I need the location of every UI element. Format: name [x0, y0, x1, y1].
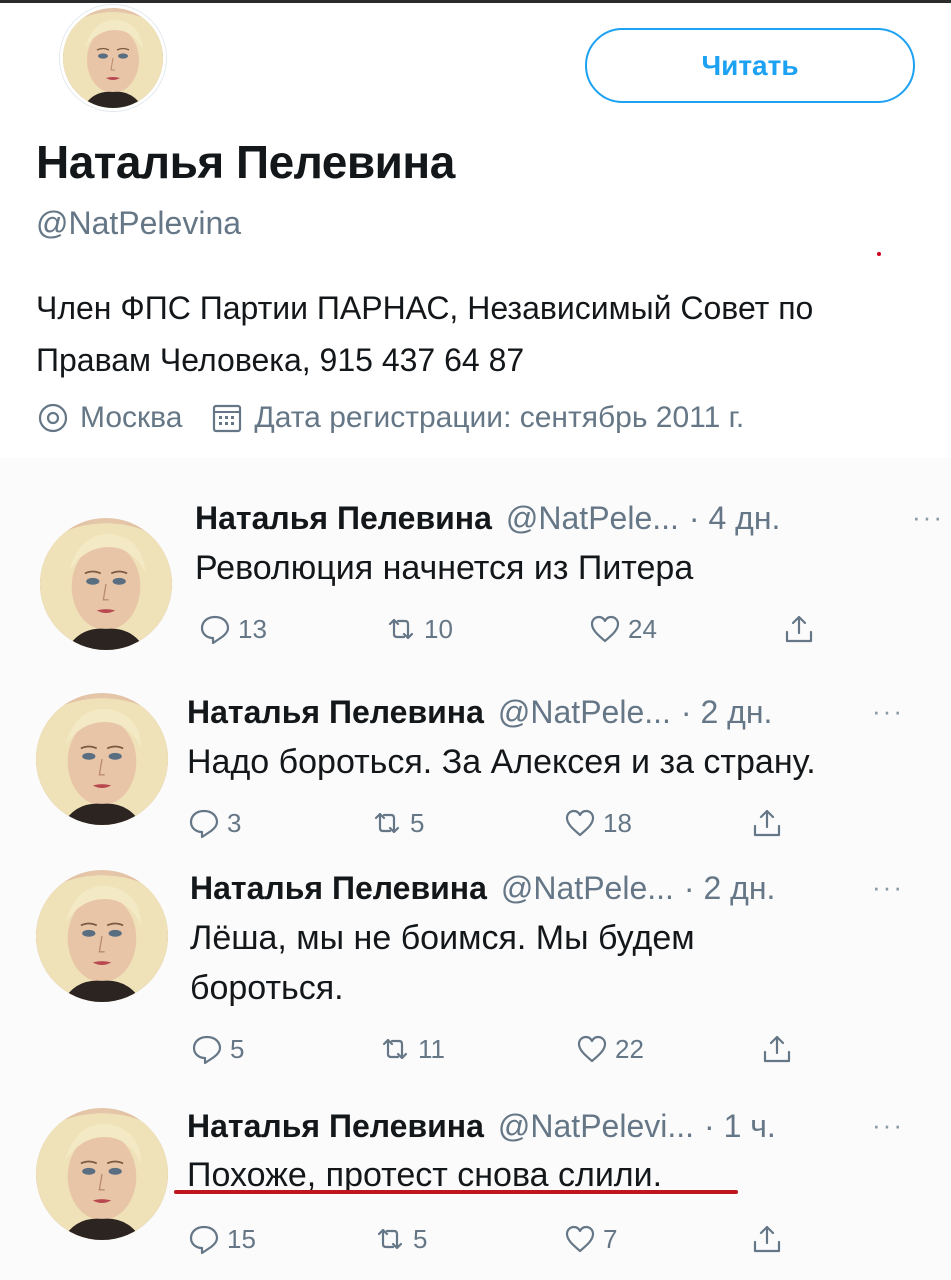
profile-joined: Дата регистрации: сентябрь 2011 г. [254, 401, 745, 434]
more-options-icon[interactable]: ··· [872, 696, 904, 727]
like-count: 7 [603, 1223, 618, 1254]
reply-icon [192, 1035, 222, 1065]
tweet-text: Лёша, мы не боимся. Мы будем бороться. [190, 919, 695, 1007]
tweet-timestamp[interactable]: · 2 дн. [684, 870, 775, 907]
retweet-count: 11 [418, 1033, 445, 1064]
profile-name: Наталья Пелевина [36, 136, 455, 188]
avatar-portrait [36, 1113, 168, 1240]
retweet-count: 10 [424, 613, 453, 644]
tweet-timestamp[interactable]: · 2 дн. [681, 694, 772, 731]
reply-button[interactable]: 15 [187, 1222, 256, 1256]
tweet-author-name[interactable]: Наталья Пелевина [190, 870, 487, 907]
tweet-author-handle[interactable]: @NatPele... [506, 500, 679, 537]
reply-icon [189, 809, 219, 839]
share-icon [785, 615, 813, 643]
follow-button[interactable]: Читать [585, 28, 915, 103]
reply-count: 15 [227, 1223, 256, 1254]
avatar-portrait [36, 698, 168, 825]
avatar-portrait [36, 875, 168, 1002]
like-button[interactable]: 24 [588, 612, 657, 646]
avatar-portrait [63, 12, 163, 108]
share-button[interactable] [750, 806, 790, 840]
profile-handle: @NatPelevina [36, 205, 242, 241]
red-dot-mark [877, 252, 881, 256]
retweet-button[interactable]: 10 [384, 612, 453, 646]
reply-icon [189, 1225, 219, 1255]
tweet-author-handle[interactable]: @NatPele... [498, 694, 671, 731]
reply-count: 5 [230, 1033, 245, 1064]
location-pin-icon [36, 401, 70, 435]
tweet-header: Наталья Пелевина @NatPele... · 2 дн. [190, 870, 775, 907]
retweet-button[interactable]: 5 [373, 1222, 427, 1256]
tweet-author-name[interactable]: Наталья Пелевина [195, 500, 492, 537]
retweet-icon [374, 812, 400, 834]
tweet-avatar[interactable] [40, 518, 172, 650]
profile-location: Москва [80, 401, 183, 434]
tweet-timestamp[interactable]: · 1 ч. [704, 1108, 776, 1145]
more-options-icon[interactable]: ··· [912, 502, 944, 533]
top-border [0, 0, 951, 3]
retweet-count: 5 [410, 807, 425, 838]
reply-count: 13 [238, 613, 267, 644]
retweet-count: 5 [413, 1223, 428, 1254]
tweet-author-name[interactable]: Наталья Пелевина [187, 1108, 484, 1145]
tweet-text: Революция начнется из Питера [195, 549, 694, 587]
share-button[interactable] [760, 1032, 800, 1066]
like-count: 22 [615, 1033, 644, 1064]
heart-icon [565, 809, 595, 837]
like-button[interactable]: 7 [563, 1222, 617, 1256]
share-icon [753, 809, 781, 837]
highlight-underline [174, 1190, 738, 1194]
tweet-avatar[interactable] [36, 693, 168, 825]
tweet-timestamp[interactable]: · 4 дн. [689, 500, 780, 537]
retweet-button[interactable]: 11 [378, 1032, 445, 1066]
share-icon [753, 1225, 781, 1253]
share-button[interactable] [750, 1222, 790, 1256]
retweet-icon [377, 1228, 403, 1250]
profile-bio: Член ФПС Партии ПАРНАС, Независимый Сове… [36, 290, 814, 378]
share-button[interactable] [782, 612, 822, 646]
like-button[interactable]: 22 [575, 1032, 644, 1066]
calendar-icon [210, 401, 244, 435]
retweet-icon [382, 1038, 408, 1060]
tweet-text: Надо бороться. За Алексея и за страну. [187, 743, 816, 781]
tweet-header: Наталья Пелевина @NatPele... · 4 дн. [195, 500, 780, 537]
reply-button[interactable]: 3 [187, 806, 241, 840]
like-button[interactable]: 18 [563, 806, 632, 840]
profile-meta: Москва Дата регистрации: сентябрь 2011 г… [36, 398, 744, 438]
tweet-author-handle[interactable]: @NatPele... [501, 870, 674, 907]
more-options-icon[interactable]: ··· [872, 872, 904, 903]
like-count: 18 [603, 807, 632, 838]
reply-button[interactable]: 13 [198, 612, 267, 646]
like-count: 24 [628, 613, 657, 644]
heart-icon [577, 1035, 607, 1063]
share-icon [763, 1035, 791, 1063]
tweet-author-handle[interactable]: @NatPelevi... [498, 1108, 694, 1145]
reply-count: 3 [227, 807, 242, 838]
more-options-icon[interactable]: ··· [872, 1110, 904, 1141]
avatar-portrait [40, 523, 172, 650]
retweet-button[interactable]: 5 [370, 806, 424, 840]
tweet-header: Наталья Пелевина @NatPele... · 2 дн. [187, 694, 772, 731]
tweet-avatar[interactable] [36, 1108, 168, 1240]
retweet-icon [388, 618, 414, 640]
tweet-header: Наталья Пелевина @NatPelevi... · 1 ч. [187, 1108, 776, 1145]
reply-icon [200, 615, 230, 645]
heart-icon [590, 615, 620, 643]
heart-icon [565, 1225, 595, 1253]
profile-avatar[interactable] [60, 5, 166, 111]
tweet-avatar[interactable] [36, 870, 168, 1002]
reply-button[interactable]: 5 [190, 1032, 244, 1066]
tweet-author-name[interactable]: Наталья Пелевина [187, 694, 484, 731]
